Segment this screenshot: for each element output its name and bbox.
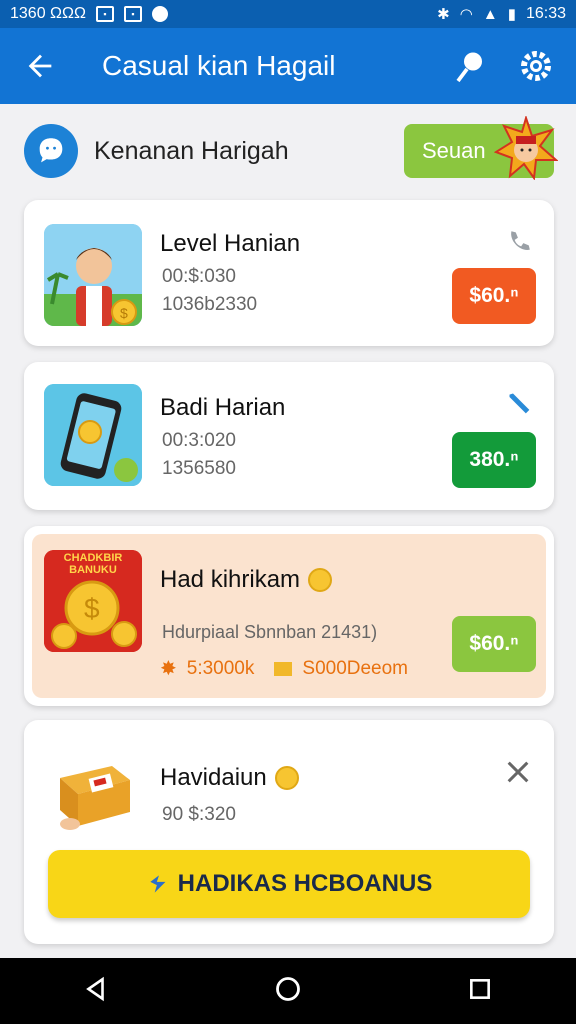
system-navigation-bar	[0, 958, 576, 1024]
gold-bar-icon	[274, 661, 293, 676]
notification-icon: ▪	[123, 6, 142, 22]
signal-icon: ▲	[482, 5, 498, 23]
seuan-button[interactable]: Seuan	[404, 116, 558, 180]
status-bar: 1360 ΩΩΩ ▪ ▪ ✱ ◠ ▲ ▮ 16:33	[0, 0, 576, 28]
circle-home-icon	[276, 976, 300, 1001]
level-thumbnail: $	[44, 224, 142, 326]
price-button[interactable]: $60.ⁿ	[452, 616, 536, 672]
card-timer: 90 $:320	[162, 804, 236, 825]
coin-icon	[308, 568, 333, 592]
square-recents-icon	[470, 978, 491, 999]
battery-icon: ▮	[507, 6, 516, 23]
card-title: Badi Harian	[160, 394, 286, 421]
back-button[interactable]	[0, 28, 80, 104]
lightning-icon	[149, 875, 166, 893]
wifi-icon: ◠	[459, 6, 473, 23]
page-title: Casual kian Hagail	[102, 50, 336, 81]
coin-icon	[274, 766, 299, 790]
card-title: Havidaiun	[160, 764, 267, 791]
bonus-badge-text: CHADKBIR BANUKU	[63, 552, 123, 576]
app-bar: Casual kian Hagail	[0, 28, 576, 104]
bluetooth-icon: ✱	[437, 6, 450, 23]
pin-icon	[456, 52, 482, 83]
hadikas-bonus-button[interactable]: HADIKAS HCBOANUS	[48, 850, 530, 918]
notification-icon: ▪	[95, 6, 114, 22]
gear-icon	[521, 51, 551, 81]
settings-button[interactable]	[510, 40, 562, 92]
card-timer: 00:3:020	[162, 430, 236, 451]
price-button[interactable]: $60.ⁿ	[452, 268, 536, 324]
cta-label: HADIKAS HCBOANUS	[177, 870, 433, 897]
card-title: Had kihrikam	[160, 566, 301, 593]
close-button[interactable]	[504, 758, 532, 791]
gift-box-icon	[52, 754, 136, 832]
mascot-badge-icon	[494, 116, 558, 180]
svg-text:$: $	[84, 593, 100, 624]
triangle-back-icon	[85, 976, 104, 1001]
bonus-thumbnail: $ CHADKBIR BANUKU	[44, 550, 142, 652]
card-description: Hdurpiaal Sbnnban 21431)	[162, 622, 378, 642]
level-card[interactable]: $ Level Hanian 00:$:030 1036b2330 $60.ⁿ	[24, 200, 554, 346]
phone-coin-icon	[44, 384, 142, 486]
arrow-left-icon	[28, 54, 52, 78]
badi-card[interactable]: Badi Harian 00:3:020 1356580 380.ⁿ	[24, 362, 554, 510]
nav-home-button[interactable]	[274, 975, 302, 1008]
pin-button[interactable]	[444, 40, 496, 92]
badi-thumbnail	[44, 384, 142, 486]
card-progress: 1356580	[162, 458, 236, 479]
boy-character-icon: $	[44, 224, 142, 326]
havidaiun-card[interactable]: Havidaiun 90 $:320 HADIKAS HCBOANUS	[24, 720, 554, 944]
reward-amount: S000Deeom	[302, 657, 409, 679]
status-left-time: 1360 ΩΩΩ	[10, 5, 86, 22]
profile-header: Kenanan Harigah Seuan	[24, 116, 558, 180]
card-timer: 00:$:030	[162, 266, 236, 287]
bonus-card[interactable]: $ CHADKBIR BANUKU Had kihrikam Hdurpiaal…	[24, 526, 554, 706]
burst-icon: ✸	[160, 658, 177, 680]
svg-text:$: $	[120, 305, 128, 321]
card-progress: 1036b2330	[162, 294, 258, 315]
notification-icon	[151, 6, 168, 22]
nav-recents-button[interactable]	[467, 976, 493, 1007]
avatar[interactable]	[24, 124, 78, 178]
close-icon	[507, 761, 529, 783]
card-title: Level Hanian	[160, 230, 301, 257]
price-button[interactable]: 380.ⁿ	[452, 432, 536, 488]
nav-back-button[interactable]	[83, 976, 109, 1007]
seuan-label: Seuan	[422, 138, 486, 163]
reward-amount: 5:3000k	[186, 657, 255, 679]
status-time: 16:33	[525, 5, 566, 22]
chat-face-icon	[39, 138, 63, 163]
profile-name: Kenanan Harigah	[94, 136, 289, 165]
tool-icon	[506, 390, 534, 423]
phone-icon	[506, 228, 532, 259]
